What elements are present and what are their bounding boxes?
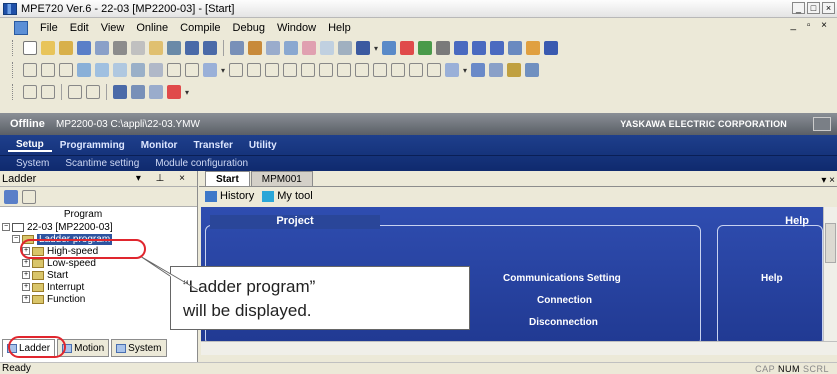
scrl-indicator: SCRL: [802, 363, 829, 374]
keyboard-indicators: CAP NUM SCRL: [755, 364, 829, 374]
app-window: MPE720 Ver.6 - 22-03 [MP2200-03] - [Star…: [0, 0, 837, 374]
callout-pointer: [139, 255, 199, 291]
highlight-ring-ladder-tab: [8, 336, 66, 358]
num-indicator: NUM: [777, 363, 800, 374]
status-text: Ready: [2, 363, 31, 374]
highlight-ring-ladder-program: [20, 239, 146, 259]
status-bar: Ready CAP NUM SCRL: [0, 362, 837, 374]
cap-indicator: CAP: [755, 363, 775, 374]
